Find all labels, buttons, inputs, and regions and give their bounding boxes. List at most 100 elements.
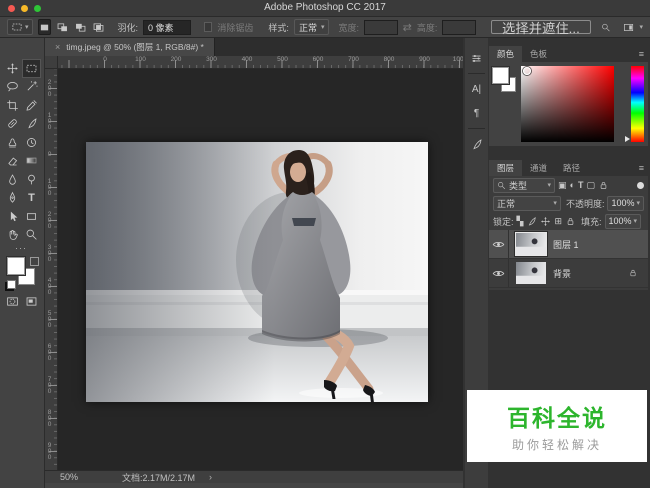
tool-hand[interactable] [3,226,22,245]
tool-move[interactable] [3,59,22,78]
layer-name[interactable]: 图层 1 [553,238,579,251]
add-selection-button[interactable] [56,19,69,35]
hand-icon [6,228,19,241]
chevron-down-icon: ▾ [547,182,551,189]
edit-toolbar-button[interactable]: ··· [0,243,42,253]
adjustments-panel-button[interactable] [465,46,488,70]
subtract-selection-button[interactable] [74,19,87,35]
color-picker-marker [523,67,531,75]
workspace-icon[interactable] [623,20,634,35]
brush-settings-panel-button[interactable] [465,132,488,156]
height-input[interactable] [442,20,476,35]
tool-lasso[interactable] [3,78,22,97]
layer-visibility-toggle[interactable] [489,230,509,258]
tool-pen[interactable] [3,189,22,208]
tool-type[interactable]: T [22,189,41,208]
tool-wand[interactable] [22,78,41,97]
style-select[interactable]: 正常 ▾ [294,19,330,35]
character-panel-button[interactable]: A| [465,77,488,101]
feather-input[interactable]: 0 像素 [143,20,191,35]
lock-all-icon[interactable] [565,216,576,227]
swap-dimensions-icon[interactable]: ⇄ [403,21,412,34]
tab-color[interactable]: 颜色 [489,46,522,62]
layer-filter-toggle[interactable] [637,182,644,189]
swap-colors-icon[interactable] [7,280,16,289]
tool-gradient[interactable] [22,152,41,171]
tab-channels[interactable]: 通道 [522,160,555,176]
vertical-ruler[interactable]: 2001000100200300400500600700800900 [45,69,58,470]
tab-paths[interactable]: 路径 [555,160,588,176]
tool-zoom[interactable] [22,226,41,245]
tool-crop[interactable] [3,96,22,115]
tool-dropper[interactable] [22,96,41,115]
close-tab-icon[interactable]: × [55,42,60,52]
lock-pixels-icon[interactable] [526,216,537,227]
paragraph-panel-button[interactable]: ¶ [465,101,488,125]
filter-smart-objects-icon[interactable] [598,180,609,191]
layer-row-background[interactable]: 背景 [489,259,648,288]
canvas-image[interactable] [86,142,428,402]
new-selection-button[interactable] [38,19,51,35]
quick-mask-button[interactable] [3,293,22,309]
layer-filter-select[interactable]: 类型 ▾ [493,178,555,193]
tool-stamp[interactable] [3,133,22,152]
tool-brush[interactable] [22,115,41,134]
window-bottom-edge [45,483,463,488]
new-selection-icon [38,21,51,34]
width-input[interactable] [364,20,398,35]
layer-visibility-toggle[interactable] [489,259,509,287]
zoom-level-field[interactable]: 50% [60,472,78,482]
lock-artboard-icon[interactable]: ⊞ [554,217,562,226]
layer-thumbnail[interactable] [516,262,546,284]
foreground-background-swatches[interactable] [7,257,39,289]
horizontal-ruler[interactable]: 01002003004005006007008009001000 [58,56,463,69]
tool-dodge[interactable] [22,170,41,189]
h-ruler-label: 400 [242,56,253,63]
hue-slider[interactable] [631,66,644,142]
foreground-color-swatch[interactable] [7,257,25,275]
lock-position-icon[interactable] [540,216,551,227]
default-colors-icon[interactable] [30,257,39,266]
tool-preset-picker[interactable]: ▾ [7,19,33,35]
tool-shape[interactable] [22,207,41,226]
screen-mode-button[interactable] [22,293,41,309]
layer-name[interactable]: 背景 [553,267,571,280]
saturation-brightness-picker[interactable] [521,66,614,142]
filter-adjustment-layers-icon[interactable]: ◐ [570,181,575,190]
tab-swatches[interactable]: 色板 [522,46,555,62]
intersect-selection-button[interactable] [92,19,105,35]
layer-row-layer1[interactable]: 图层 1 [489,230,648,259]
blend-mode-select[interactable]: 正常 ▾ [493,196,561,211]
window-title: Adobe Photoshop CC 2017 [0,0,650,16]
foreground-color-swatch[interactable] [492,67,509,84]
layer-thumbnail[interactable] [516,233,546,255]
tool-direct-select[interactable] [3,207,22,226]
tool-blur[interactable] [3,170,22,189]
chevron-down-icon: ▾ [553,200,557,207]
eraser-icon [6,154,19,167]
search-icon[interactable] [601,21,611,34]
color-panel-swatches[interactable] [492,67,522,97]
canvas-pasteboard[interactable] [58,69,463,470]
chevron-down-icon[interactable]: ▾ [639,24,643,31]
panel-menu-icon[interactable]: ≡ [639,49,644,59]
filter-pixel-layers-icon[interactable]: ▣ [558,181,567,190]
tool-marquee[interactable] [22,59,41,78]
tab-layers[interactable]: 图层 [489,160,522,176]
status-chevron-icon[interactable]: › [209,472,212,482]
filter-type-layers-icon[interactable]: T [578,181,584,190]
lock-transparency-icon[interactable]: ▚ [517,217,524,226]
tool-history-brush[interactable] [22,133,41,152]
chevron-down-icon: ▾ [634,218,638,225]
hue-slider-marker[interactable] [625,136,630,142]
filter-shape-layers-icon[interactable]: ▢ [586,181,595,190]
v-ruler-label: 200 [46,79,53,97]
select-and-mask-button[interactable]: 选择并遮住... [491,20,591,34]
tool-eraser[interactable] [3,152,22,171]
tool-bandage[interactable] [3,115,22,134]
panel-menu-icon[interactable]: ≡ [639,163,644,173]
opacity-input[interactable]: 100% ▾ [607,196,644,211]
fill-input[interactable]: 100% ▾ [605,214,642,229]
antialias-checkbox[interactable] [204,22,212,32]
document-tab[interactable]: × timg.jpeg @ 50% (图层 1, RGB/8#) * [45,38,215,56]
